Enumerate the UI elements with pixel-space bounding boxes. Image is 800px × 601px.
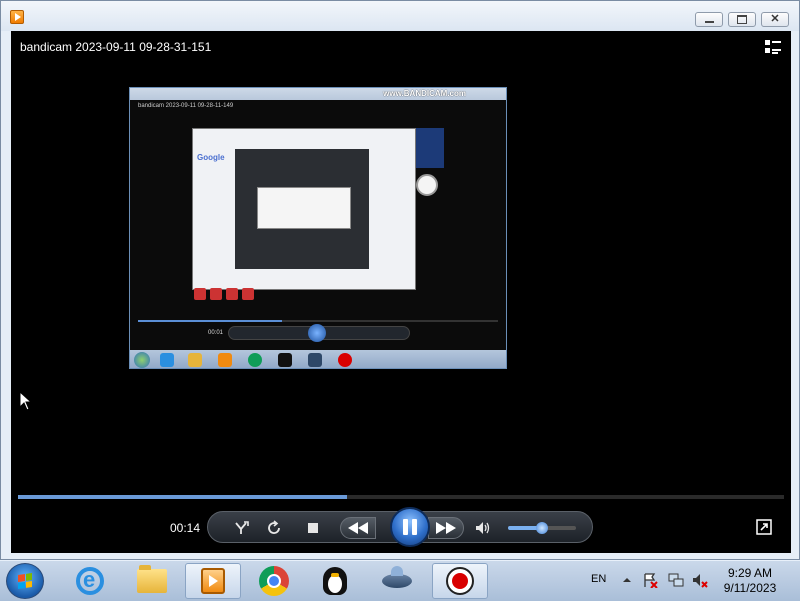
shuffle-button[interactable]: [232, 518, 252, 538]
bandicam-player-icon: [201, 568, 225, 594]
rewind-button[interactable]: [340, 517, 376, 539]
taskbar-ufo-app[interactable]: [369, 563, 425, 599]
playback-controls: [207, 507, 593, 547]
volume-slider[interactable]: [508, 522, 576, 534]
fullscreen-icon[interactable]: [756, 519, 772, 535]
record-icon: [446, 567, 474, 595]
repeat-icon: [268, 520, 280, 534]
elapsed-time: 00:14: [170, 521, 201, 535]
taskbar-internet-explorer[interactable]: [62, 563, 118, 599]
video-inner-dialog: [257, 187, 351, 229]
pause-icon: [403, 519, 417, 535]
mouse-cursor-icon: [19, 391, 33, 411]
network-icon[interactable]: [668, 572, 684, 588]
volume-slider-thumb[interactable]: [536, 522, 548, 534]
ufo-icon: [382, 566, 412, 588]
pause-button[interactable]: [390, 507, 430, 547]
bandicam-player-icon[interactable]: [10, 10, 24, 24]
video-inner-taskbar: [130, 350, 506, 368]
folder-icon: [137, 565, 167, 593]
player-area[interactable]: bandicam 2023-09-11 09-28-31-151 www.BAN…: [11, 31, 791, 553]
close-icon: ✕: [770, 13, 780, 25]
video-inner-record-icon: [338, 353, 352, 367]
video-title: bandicam 2023-09-11 09-28-31-151: [20, 40, 212, 54]
internet-explorer-icon: [76, 567, 104, 595]
player-window: ✕ bandicam 2023-09-11 09-28-31-151 www.B…: [0, 0, 800, 560]
repeat-button[interactable]: [264, 518, 284, 538]
show-hidden-icons-icon[interactable]: [622, 575, 632, 585]
clock-time: 9:29 AM: [727, 566, 773, 580]
close-button[interactable]: ✕: [761, 12, 789, 27]
video-inner-titlebar: www.BANDICAM.com: [130, 88, 506, 100]
video-inner-player-icon: [218, 353, 232, 367]
taskbar: EN 9:29 AM 9/11/2023: [0, 560, 800, 601]
video-frame[interactable]: www.BANDICAM.com bandicam 2023-09-11 09-…: [129, 87, 507, 369]
bandicam-watermark: www.BANDICAM.com: [383, 89, 466, 98]
mute-button[interactable]: [474, 518, 492, 538]
video-inner-clock-icon: [416, 174, 438, 196]
title-bar[interactable]: ✕: [1, 1, 799, 31]
video-inner-folder-icon: [188, 353, 202, 367]
action-center-flag-icon[interactable]: [642, 572, 658, 588]
video-inner-desktop-icons: [194, 288, 254, 302]
start-button[interactable]: [6, 563, 44, 599]
video-inner-tux-icon: [278, 353, 292, 367]
taskbar-file-explorer[interactable]: [124, 563, 180, 599]
chrome-icon: [259, 566, 289, 596]
video-inner-time: 00:01: [208, 330, 224, 336]
shuffle-icon: [235, 521, 249, 534]
minimize-icon: [704, 21, 714, 23]
fast-forward-icon: [436, 522, 456, 534]
taskbar-bandicam-record[interactable]: [432, 563, 488, 599]
clock-date: 9/11/2023: [723, 581, 777, 595]
volume-tray-icon[interactable]: [692, 572, 708, 588]
video-inner-ie-icon: [160, 353, 174, 367]
video-inner-seek: [138, 320, 498, 322]
minimize-button[interactable]: [695, 12, 723, 27]
taskbar-chrome[interactable]: [246, 563, 302, 599]
taskbar-bandicam-player[interactable]: [185, 563, 241, 599]
video-inner-chrome-icon: [248, 353, 262, 367]
fast-forward-button[interactable]: [428, 517, 464, 539]
language-indicator[interactable]: EN: [591, 573, 606, 585]
video-inner-ufo-icon: [308, 353, 322, 367]
seek-bar-fill: [18, 495, 348, 499]
video-inner-google-logo: Google: [197, 153, 225, 162]
maximize-icon: [737, 15, 747, 24]
speaker-icon: [476, 522, 490, 534]
video-inner-widget: [416, 128, 444, 168]
maximize-button[interactable]: [728, 12, 756, 27]
stop-button[interactable]: [306, 518, 320, 538]
system-clock[interactable]: 9:29 AM 9/11/2023: [718, 566, 782, 596]
video-inner-pause-icon: [308, 324, 326, 342]
windows-logo-icon: [18, 573, 32, 589]
seek-bar[interactable]: [18, 495, 784, 499]
playlist-toggle-icon[interactable]: [765, 40, 781, 54]
video-inner-desktop: Google: [192, 128, 416, 290]
tux-penguin-icon: [323, 567, 347, 595]
stop-icon: [308, 523, 318, 533]
taskbar-tux[interactable]: [307, 563, 363, 599]
rewind-icon: [348, 522, 368, 534]
video-inner-start-icon: [134, 352, 150, 368]
video-inner-title: bandicam 2023-09-11 09-28-11-149: [138, 103, 234, 109]
